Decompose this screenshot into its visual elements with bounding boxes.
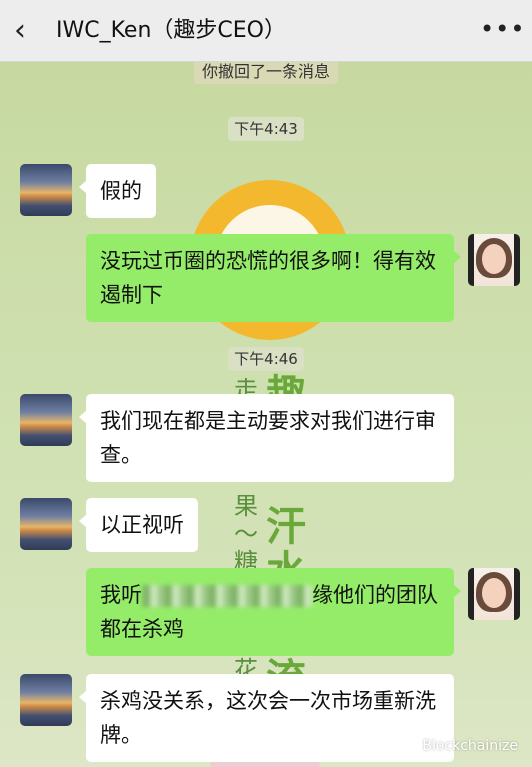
system-notice: 你撤回了一条消息: [0, 62, 532, 84]
message-bubble-outgoing[interactable]: 没玩过币圈的恐慌的很多啊！得有效遏制下: [86, 234, 461, 322]
message-bubble-incoming[interactable]: 假的: [79, 164, 156, 218]
recall-notice-text: 你撤回了一条消息: [193, 62, 338, 84]
contact-avatar[interactable]: [20, 674, 72, 726]
timestamp-text: 下午4:46: [228, 347, 304, 371]
message-bubble-incoming[interactable]: 以正视听: [79, 498, 198, 552]
chat-area[interactable]: 走 趣 果 〜 糖 汗 水 花 流 你撤回了一条消息 下午4:43 假的 没玩过…: [0, 62, 532, 767]
chevron-left-icon[interactable]: ‹: [14, 14, 44, 48]
timestamp: 下午4:43: [0, 117, 532, 141]
message-bubble-incoming[interactable]: 我们现在都是主动要求对我们进行审查。: [79, 394, 454, 482]
redacted-text: [142, 585, 312, 607]
timestamp-text: 下午4:43: [228, 117, 304, 141]
message-bubble-incoming[interactable]: 杀鸡没关系，这次会一次市场重新洗牌。: [79, 674, 454, 762]
contact-avatar[interactable]: [20, 394, 72, 446]
timestamp: 下午4:46: [0, 347, 532, 371]
contact-avatar[interactable]: [20, 498, 72, 550]
my-avatar[interactable]: [468, 568, 520, 620]
contact-avatar[interactable]: [20, 164, 72, 216]
chat-header: ‹ IWC_Ken（趣步CEO） •••: [0, 0, 532, 62]
watermark: Blockchainize: [422, 738, 518, 754]
message-text-start: 我听: [100, 583, 142, 607]
message-bubble-outgoing[interactable]: 我听 缘他们的团队都在杀鸡: [86, 568, 461, 656]
my-avatar[interactable]: [468, 234, 520, 286]
more-icon[interactable]: •••: [480, 14, 524, 48]
chat-title: IWC_Ken（趣步CEO）: [56, 18, 286, 43]
